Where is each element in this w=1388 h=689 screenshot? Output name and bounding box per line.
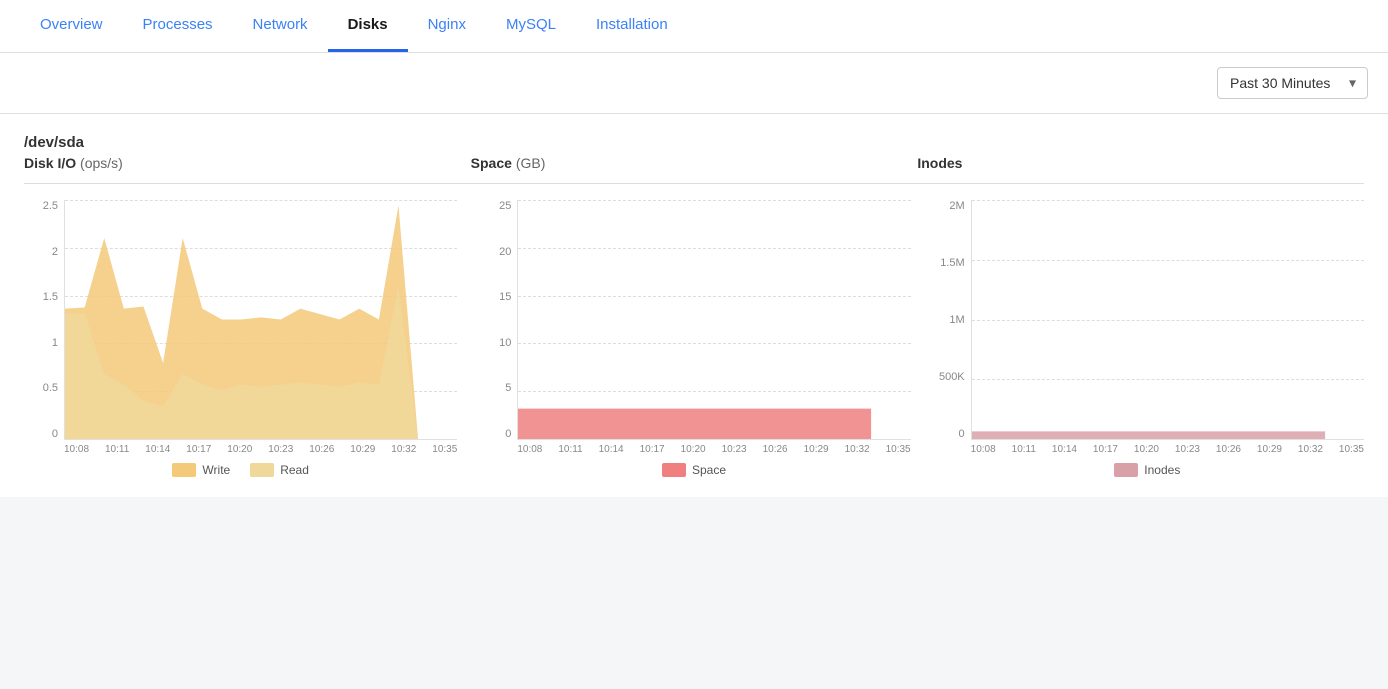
- main-content: /dev/sda Disk I/O (ops/s) Space (GB) Ino…: [0, 114, 1388, 497]
- inodes-header: Inodes: [917, 155, 1364, 175]
- disk-io-title: Disk I/O (ops/s): [24, 155, 471, 171]
- tab-mysql[interactable]: MySQL: [486, 0, 576, 52]
- top-nav: Overview Processes Network Disks Nginx M…: [0, 0, 1388, 53]
- legend-write: Write: [172, 463, 230, 477]
- time-select-wrap[interactable]: Past 30 Minutes: [1217, 67, 1368, 99]
- space-area: [518, 409, 871, 439]
- tab-disks[interactable]: Disks: [328, 0, 408, 52]
- device-label: /dev/sda: [24, 134, 1364, 151]
- tab-processes[interactable]: Processes: [123, 0, 233, 52]
- space-header: Space (GB): [471, 155, 918, 175]
- legend-space: Space: [662, 463, 726, 477]
- inodes-area: [972, 431, 1325, 439]
- toolbar: Past 30 Minutes: [0, 53, 1388, 114]
- inodes-chart: 2M 1.5M 1M 500K 0 1: [931, 200, 1364, 477]
- tab-overview[interactable]: Overview: [20, 0, 123, 52]
- space-y-axis: 25 20 15 10 5 0: [477, 200, 517, 440]
- tab-installation[interactable]: Installation: [576, 0, 688, 52]
- disk-io-y-axis: 2.5 2 1.5 1 0.5 0: [24, 200, 64, 440]
- space-swatch: [662, 463, 686, 477]
- space-title: Space (GB): [471, 155, 918, 171]
- inodes-swatch: [1114, 463, 1138, 477]
- tab-network[interactable]: Network: [233, 0, 328, 52]
- inodes-plot: [971, 200, 1364, 440]
- space-legend: Space: [477, 463, 910, 477]
- inodes-y-axis: 2M 1.5M 1M 500K 0: [931, 200, 971, 440]
- space-plot: [517, 200, 910, 440]
- inodes-title: Inodes: [917, 155, 1364, 171]
- legend-read: Read: [250, 463, 309, 477]
- space-chart: 25 20 15 10 5 0: [477, 200, 930, 477]
- disk-io-x-axis: 10:08 10:11 10:14 10:17 10:20 10:23 10:2…: [24, 440, 457, 455]
- inodes-x-axis: 10:08 10:11 10:14 10:17 10:20 10:23 10:2…: [931, 440, 1364, 455]
- disk-io-plot: [64, 200, 457, 440]
- charts-row: 2.5 2 1.5 1 0.5 0: [24, 200, 1364, 477]
- space-x-axis: 10:08 10:11 10:14 10:17 10:20 10:23 10:2…: [477, 440, 910, 455]
- tab-nginx[interactable]: Nginx: [408, 0, 486, 52]
- disk-io-legend: Write Read: [24, 463, 457, 477]
- disk-io-chart: 2.5 2 1.5 1 0.5 0: [24, 200, 477, 477]
- inodes-legend: Inodes: [931, 463, 1364, 477]
- disk-io-header: Disk I/O (ops/s): [24, 155, 471, 175]
- legend-inodes: Inodes: [1114, 463, 1180, 477]
- time-range-select[interactable]: Past 30 Minutes: [1217, 67, 1368, 99]
- read-swatch: [250, 463, 274, 477]
- write-swatch: [172, 463, 196, 477]
